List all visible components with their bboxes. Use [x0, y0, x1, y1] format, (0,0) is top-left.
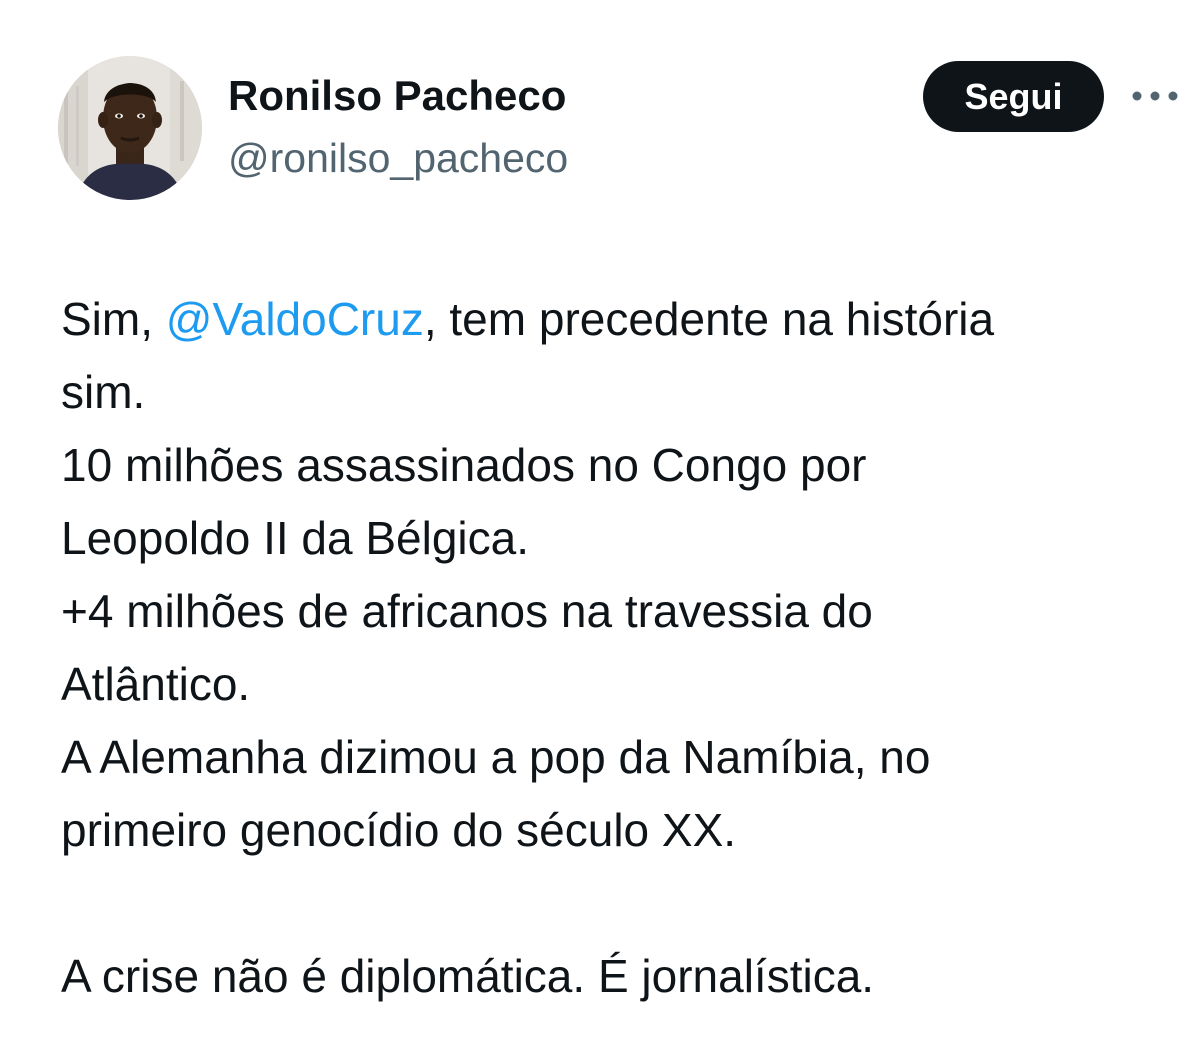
tweet-line-2: sim. [61, 366, 146, 418]
author-handle[interactable]: @ronilso_pacheco [228, 132, 568, 184]
tweet-line-3: 10 milhões assassinados no Congo por [61, 439, 867, 491]
tweet-line-7: A Alemanha dizimou a pop da Namíbia, no [61, 731, 931, 783]
tweet-line-9: A crise não é diplomática. É jornalístic… [61, 950, 875, 1002]
paragraph-break [61, 867, 1191, 940]
author-name[interactable]: Ronilso Pacheco [228, 70, 566, 122]
follow-button[interactable]: Segui [923, 61, 1104, 132]
avatar[interactable] [58, 56, 202, 200]
tweet-card: Ronilso Pacheco @ronilso_pacheco Segui S… [0, 0, 1201, 1059]
tweet-line-8: primeiro genocídio do século XX. [61, 804, 737, 856]
mention-link[interactable]: @ValdoCruz [166, 293, 424, 345]
tweet-text: Sim, @ValdoCruz, tem precedente na histó… [61, 283, 1191, 1013]
tweet-line-6: Atlântico. [61, 658, 251, 710]
tweet-line-1: Sim, @ValdoCruz, tem precedente na histó… [61, 283, 1191, 356]
tweet-line-1-start: Sim, [61, 293, 166, 345]
more-dots-graphic [1132, 91, 1178, 101]
tweet-line-1-end: , tem precedente na história [423, 293, 995, 345]
tweet-line-4: Leopoldo II da Bélgica. [61, 512, 530, 564]
avatar-photo [58, 56, 202, 200]
more-horizontal-icon[interactable] [1128, 84, 1182, 108]
tweet-line-5: +4 milhões de africanos na travessia do [61, 585, 873, 637]
